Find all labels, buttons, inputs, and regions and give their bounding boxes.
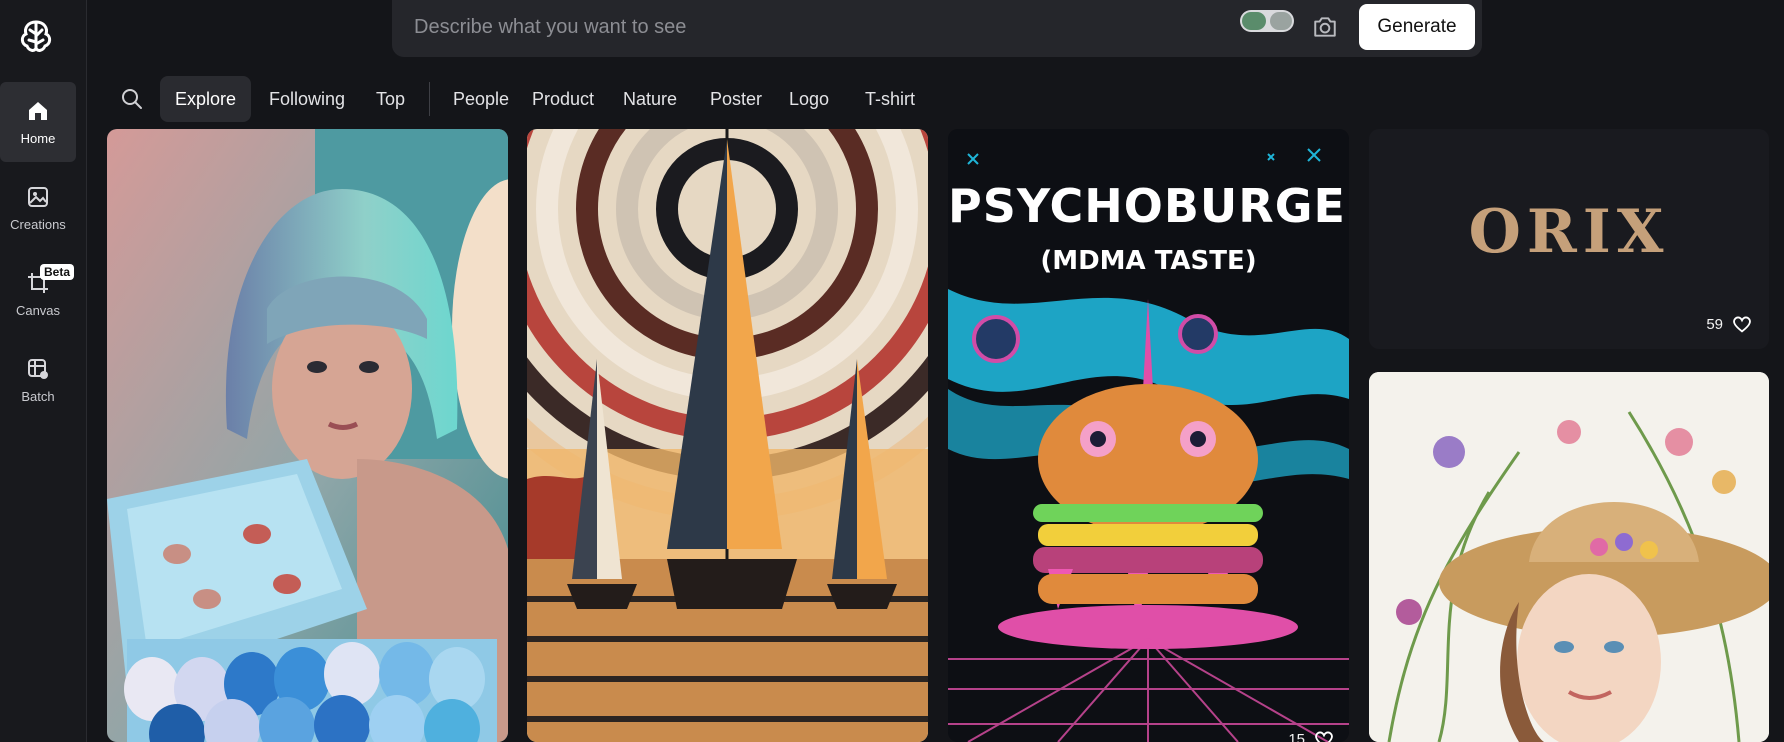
brand-logo-icon[interactable] — [16, 16, 56, 56]
tab-explore[interactable]: Explore — [160, 76, 252, 122]
gallery-image — [527, 129, 928, 742]
tab-following[interactable]: Following — [254, 76, 360, 122]
gallery-card-watercolor-woman[interactable] — [1369, 372, 1769, 742]
style-toggle[interactable] — [1240, 10, 1294, 32]
sidebar-item-home[interactable]: Home — [0, 82, 76, 162]
logo-text: ORIX — [1468, 197, 1670, 267]
tab-logo[interactable]: Logo — [774, 76, 844, 122]
gallery-image — [1369, 372, 1769, 742]
sidebar-item-canvas[interactable]: Canvas Beta — [0, 254, 76, 334]
gallery-card-psychoburger[interactable]: PSYCHOBURGER (MDMA TASTE) 15 — [948, 129, 1349, 742]
like-counter[interactable]: 15 — [1288, 728, 1335, 742]
batch-grid-icon — [28, 358, 48, 379]
sidebar-item-label: Home — [20, 130, 56, 146]
sidebar-item-label: Canvas — [15, 302, 61, 318]
gallery-card-woman-eggs[interactable] — [107, 129, 508, 742]
like-count: 59 — [1706, 315, 1723, 333]
gallery-image — [107, 129, 508, 742]
sidebar-item-label: Creations — [10, 216, 66, 232]
search-icon[interactable] — [120, 87, 144, 111]
image-icon — [28, 186, 48, 207]
heart-icon — [1733, 316, 1751, 333]
like-count: 15 — [1288, 730, 1305, 742]
camera-icon[interactable] — [1312, 14, 1338, 40]
beta-badge: Beta — [40, 264, 75, 280]
prompt-input[interactable]: Describe what you want to see — [414, 16, 686, 39]
tab-poster[interactable]: Poster — [695, 76, 777, 122]
sidebar-item-creations[interactable]: Creations — [0, 168, 76, 248]
tab-product[interactable]: Product — [517, 76, 609, 122]
tab-tshirt[interactable]: T-shirt — [850, 76, 930, 122]
sidebar-item-batch[interactable]: Batch — [0, 340, 76, 420]
prompt-bar: Describe what you want to see Generate — [392, 0, 1482, 57]
home-icon — [29, 101, 47, 120]
poster-title: PSYCHOBURGER — [948, 179, 1349, 233]
generate-button[interactable]: Generate — [1359, 4, 1475, 50]
sidebar-item-label: Batch — [21, 388, 55, 404]
tab-nature[interactable]: Nature — [608, 76, 692, 122]
gallery-card-sailboats[interactable] — [527, 129, 928, 742]
tab-divider — [429, 82, 430, 116]
tab-people[interactable]: People — [438, 76, 524, 122]
heart-icon — [1315, 731, 1333, 742]
poster-subtitle: (MDMA TASTE) — [1040, 246, 1257, 276]
gallery-card-orix-logo[interactable]: ORIX 59 — [1369, 129, 1769, 349]
tab-top[interactable]: Top — [361, 76, 420, 122]
sidebar: Home Creations Canvas Beta Batch — [0, 0, 87, 742]
like-counter[interactable]: 59 — [1706, 313, 1753, 335]
